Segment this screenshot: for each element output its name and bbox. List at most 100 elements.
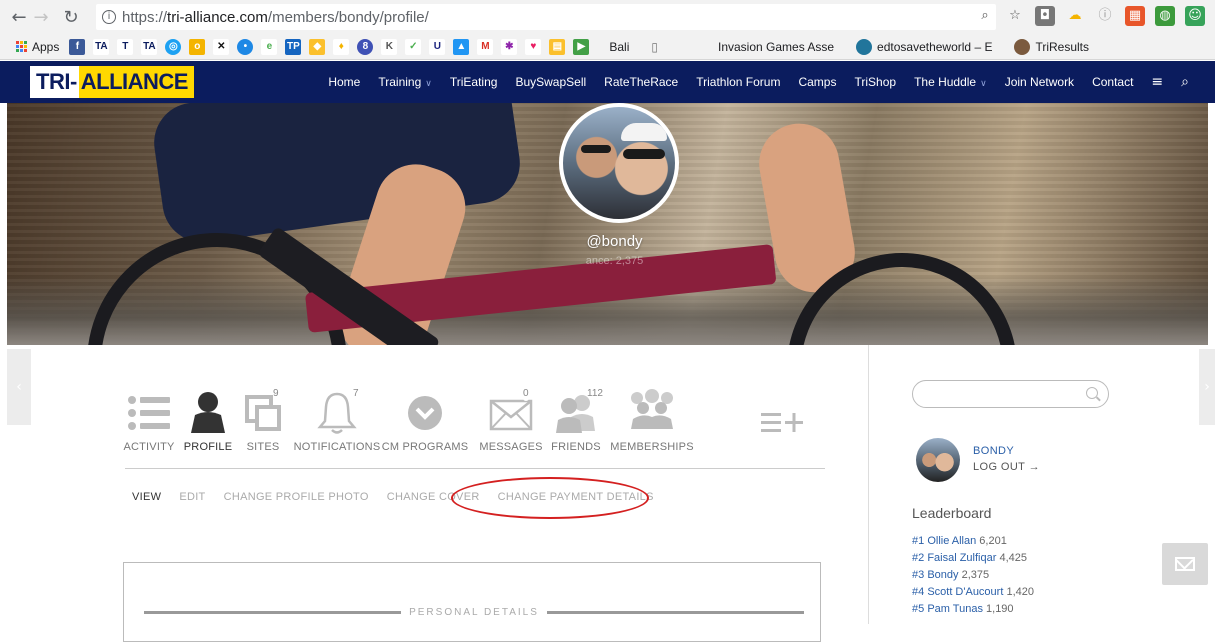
leaderboard-row: #4 Scott D'Aucourt 1,420 [912,584,1034,601]
leaderboard-name[interactable]: Ollie Allan [927,535,976,547]
sidebar-divider [868,345,869,624]
apps-label: Apps [32,39,60,54]
blue-dot-bookmark-icon[interactable]: • [237,38,254,55]
personal-details-panel: PERSONAL DETAILS [123,562,821,642]
sidebar-search-field[interactable] [912,380,1109,408]
nav-home[interactable]: Home [328,75,360,89]
leaderboard-name[interactable]: Pam Tunas [927,603,983,615]
sidebar-search-input[interactable] [923,381,1083,407]
more-tabs-icon[interactable] [761,411,805,435]
cover-photo: @bondy ance: 2,375 [7,103,1208,345]
star-icon[interactable]: ☆ [1005,6,1025,26]
leaderboard-row: #5 Pam Tunas 1,190 [912,601,1034,618]
mail-icon [1175,557,1195,571]
friends-count-badge: 112 [587,387,603,401]
o-bookmark-icon[interactable]: o [189,38,206,55]
search-icon[interactable]: ⌕ [1181,74,1189,90]
bookmark-triresults[interactable]: TriResults [1014,38,1089,55]
ta-bookmark-icon[interactable]: TA [93,38,110,55]
address-field[interactable]: i https://tri-alliance.com/members/bondy… [96,4,996,30]
hamburger-menu-icon[interactable]: ≡ [1151,74,1163,90]
leaderboard-points: 2,375 [961,569,990,581]
extension-info-icon[interactable]: ⓘ [1095,6,1115,26]
slider-next-arrow[interactable]: › [1199,349,1215,425]
site-header: TRI- ALLIANCE Home Training ∨ TriEating Bu… [0,61,1215,103]
profile-avatar[interactable] [559,103,679,223]
search-icon[interactable] [1086,387,1098,399]
extension-green-icon[interactable]: ☺ [1185,6,1205,26]
subtab-change-profile-photo[interactable]: CHANGE PROFILE PHOTO [224,491,369,503]
circle-bookmark-icon[interactable]: ◎ [165,38,182,55]
nav-camps[interactable]: Camps [798,75,836,89]
group-icon [631,389,673,429]
u-bookmark-icon[interactable]: U [429,38,446,55]
diamond-bookmark-icon[interactable]: ◆ [309,38,326,55]
b-bookmark-icon[interactable]: 8 [357,38,374,55]
nav-triathlon-forum[interactable]: Triathlon Forum [696,75,780,89]
url-host: tri-alliance.com [167,8,268,26]
leaderboard-name[interactable]: Faisal Zulfiqar [927,552,996,564]
apps-bookmark[interactable]: Apps [16,40,59,54]
ta2-bookmark-icon[interactable]: TA [141,38,158,55]
nav-trieating[interactable]: TriEating [450,75,498,89]
wordpress-icon [856,38,873,55]
leaderboard-rank: #2 [912,552,925,564]
doc-bookmark-icon[interactable]: ▤ [549,38,566,55]
nav-ratetherace[interactable]: RateTheRace [604,75,678,89]
extension-counter-icon[interactable]: ◍ [1155,6,1175,26]
bulb-bookmark-icon[interactable]: ♦ [333,38,350,55]
slider-prev-arrow[interactable]: ‹ [7,349,31,425]
k-bookmark-icon[interactable]: K [381,38,398,55]
panel-heading: PERSONAL DETAILS [144,607,804,618]
extension-cloud-icon[interactable]: ☁ [1065,6,1085,26]
tj-bookmark-icon[interactable]: T [117,38,134,55]
nav-trishop[interactable]: TriShop [854,75,896,89]
forward-icon[interactable]: → [30,7,52,28]
leaderboard-rank: #5 [912,603,925,615]
extension-shield-icon[interactable]: ◘ [1035,6,1055,26]
contact-mail-button[interactable] [1162,543,1208,585]
nav-join-network[interactable]: Join Network [1005,75,1074,89]
leaderboard-name[interactable]: Scott D'Aucourt [927,586,1003,598]
nav-buyswapsell[interactable]: BuySwapSell [515,75,586,89]
panel-title: PERSONAL DETAILS [409,607,539,618]
page-bookmark-icon[interactable]: ▯ [651,40,658,54]
zoom-icon[interactable]: ⌕ [975,6,995,26]
profile-handle: @bondy [586,233,643,250]
nav-training[interactable]: Training ∨ [378,75,432,89]
tri-alliance-logo[interactable]: TRI- ALLIANCE [30,66,194,98]
logout-link[interactable]: LOG OUT → [973,461,1040,473]
bookmarks-bar: Apps f TA T TA ◎ o ✕ • e TP ◆ ♦ 8 K ✓ U … [0,34,1215,60]
subtab-edit[interactable]: EDIT [179,491,205,503]
chart-bookmark-icon[interactable]: ▲ [453,38,470,55]
info-icon[interactable]: i [102,10,116,24]
sites-count-badge: 9 [273,387,279,401]
chevron-circle-icon [408,396,442,430]
leaderboard-name[interactable]: Bondy [927,569,958,581]
main-menu: Home Training ∨ TriEating BuySwapSell Rat… [328,61,1189,103]
bookmark-invasion-games[interactable]: Invasion Games Asse [718,40,834,54]
gmail-bookmark-icon[interactable]: M [477,38,494,55]
bookmark-edtosavetheworld[interactable]: edtosavetheworld – E [856,38,992,55]
reload-icon[interactable]: ↻ [60,7,82,28]
nav-contact[interactable]: Contact [1092,75,1133,89]
purple-bookmark-icon[interactable]: ✱ [501,38,518,55]
sidebar-user-name[interactable]: BONDY [973,445,1014,457]
green-bookmark-icon[interactable]: ▶ [573,38,590,55]
x-bookmark-icon[interactable]: ✕ [213,38,230,55]
check-bookmark-icon[interactable]: ✓ [405,38,422,55]
extension-calendar-icon[interactable]: ▦ [1125,6,1145,26]
leaderboard-points: 1,190 [986,603,1014,615]
e-bookmark-icon[interactable]: e [261,38,278,55]
leaderboard-row: #1 Ollie Allan 6,201 [912,533,1034,550]
leaderboard-rank: #3 [912,569,925,581]
nav-the-huddle[interactable]: The Huddle ∨ [914,75,987,89]
facebook-bookmark-icon[interactable]: f [69,38,86,55]
profile-points-text: ance: 2,375 [585,255,644,267]
tp-bookmark-icon[interactable]: TP [285,38,302,55]
back-icon[interactable]: ← [8,7,30,28]
heart-bookmark-icon[interactable]: ♥ [525,38,542,55]
user-avatar[interactable] [916,438,960,482]
subtab-view[interactable]: VIEW [132,491,161,503]
bookmark-bali[interactable]: Bali [609,40,629,54]
